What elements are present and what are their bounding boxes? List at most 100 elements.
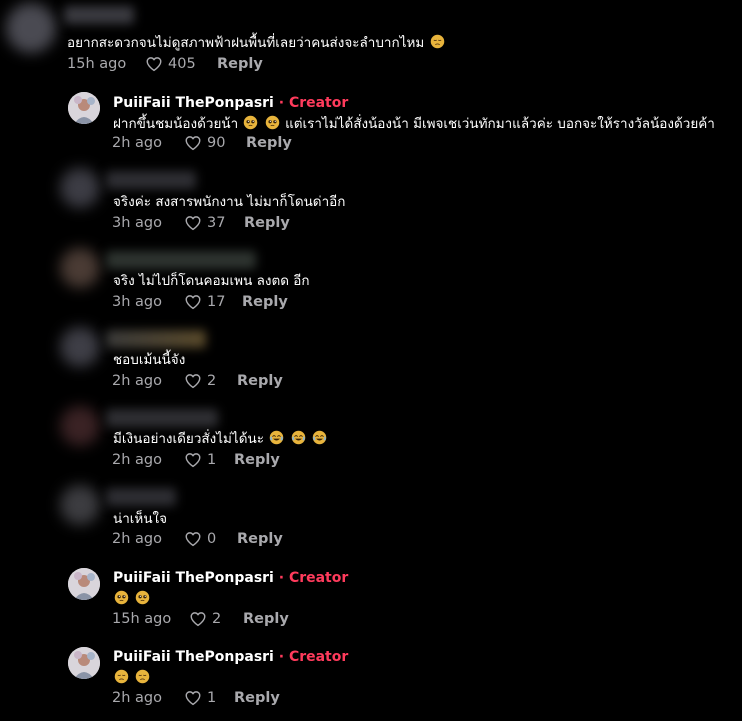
comment-meta: 2h ago 90 Reply: [112, 133, 412, 153]
like-button[interactable]: 1: [184, 450, 216, 470]
creator-name-row: PuiiFaii ThePonpasri · Creator: [113, 648, 348, 666]
pensive-face-icon: [114, 669, 129, 684]
comment-meta: 3h ago 17 Reply: [112, 292, 412, 312]
creator-reply-item: PuiiFaii ThePonpasri · Creator 15h ago 2…: [0, 562, 742, 637]
like-button[interactable]: 0: [184, 529, 216, 549]
reply-button[interactable]: Reply: [234, 688, 280, 708]
creator-name[interactable]: PuiiFaii ThePonpasri: [113, 95, 274, 111]
reply-item: จริงค่ะ สงสารพนักงาน ไม่มาก็โดนด่าอีก 3h…: [0, 165, 742, 240]
comment-text: น่าเห็นใจ: [113, 511, 168, 527]
creator-badge: Creator: [288, 95, 349, 111]
creator-name[interactable]: PuiiFaii ThePonpasri: [113, 570, 274, 586]
creator-avatar[interactable]: [68, 568, 100, 600]
comment-text: ชอบเม้นนี้จัง: [113, 352, 186, 368]
username-blurred[interactable]: [106, 488, 176, 506]
timestamp: 3h ago: [112, 215, 162, 231]
timestamp: 15h ago: [67, 56, 127, 72]
username-blurred[interactable]: [106, 330, 206, 348]
comment-text: จริงค่ะ สงสารพนักงาน ไม่มาก็โดนด่าอีก: [113, 194, 346, 210]
timestamp: 2h ago: [112, 452, 162, 468]
heart-icon: [184, 293, 202, 311]
reply-item: ชอบเม้นนี้จัง 2h ago 2 Reply: [0, 324, 742, 399]
like-count: 0: [207, 531, 217, 547]
heart-icon: [184, 372, 202, 390]
comment-item: อยากสะดวกจนไม่ดูสภาพฟ้าฝนพื้นที่เลยว่าคน…: [0, 0, 742, 80]
like-button[interactable]: 2: [184, 371, 216, 391]
heart-icon: [184, 214, 202, 232]
like-count: 2: [207, 373, 217, 389]
creator-reply-item: PuiiFaii ThePonpasri · Creator ฝากขึ้นชม…: [0, 85, 742, 160]
reply-button[interactable]: Reply: [237, 529, 283, 549]
username-blurred[interactable]: [64, 6, 134, 24]
like-count: 17: [207, 294, 226, 310]
like-button[interactable]: 2: [189, 609, 221, 629]
creator-badge: Creator: [288, 649, 349, 665]
comment-meta: 2h ago 1 Reply: [112, 688, 412, 708]
separator-dot: ·: [278, 95, 285, 111]
comment-meta: 2h ago 0 Reply: [112, 529, 412, 549]
like-count: 1: [207, 690, 217, 706]
username-blurred[interactable]: [106, 251, 256, 269]
creator-avatar-image: [68, 647, 100, 679]
pleading-face-icon: [265, 115, 280, 130]
timestamp: 2h ago: [112, 135, 162, 151]
creator-avatar[interactable]: [68, 647, 100, 679]
reply-item: มีเงินอย่างเดียวสั่งไม่ได้นะ 2h ago 1 Re…: [0, 403, 742, 478]
reply-button[interactable]: Reply: [242, 292, 288, 312]
heart-icon: [145, 55, 163, 73]
reply-button[interactable]: Reply: [244, 213, 290, 233]
comment-meta: 3h ago 37 Reply: [112, 213, 412, 233]
like-button[interactable]: 1: [184, 688, 216, 708]
avatar[interactable]: [60, 327, 100, 367]
creator-badge: Creator: [288, 570, 349, 586]
heart-icon: [184, 134, 202, 152]
heart-icon: [184, 451, 202, 469]
avatar[interactable]: [60, 485, 100, 525]
comment-text: ฝากขึ้นชมน้องด้วยน้า แต่เราไม่ได้สั่งน้อ…: [113, 115, 715, 132]
comment-text: [113, 669, 151, 687]
creator-avatar-image: [68, 568, 100, 600]
separator-dot: ·: [278, 570, 285, 586]
comment-text: อยากสะดวกจนไม่ดูสภาพฟ้าฝนพื้นที่เลยว่าคน…: [67, 34, 446, 52]
like-button[interactable]: 37: [184, 213, 225, 233]
like-count: 37: [207, 215, 226, 231]
reply-button[interactable]: Reply: [237, 371, 283, 391]
reply-item: จริง ไม่ไปก็โดนคอมเพน ลงตด อีก 3h ago 17…: [0, 245, 742, 320]
username-blurred[interactable]: [106, 409, 218, 427]
timestamp: 2h ago: [112, 531, 162, 547]
creator-name-row: PuiiFaii ThePonpasri · Creator: [113, 569, 348, 587]
pleading-face-icon: [114, 590, 129, 605]
avatar[interactable]: [60, 248, 100, 288]
creator-avatar-image: [68, 92, 100, 124]
timestamp: 2h ago: [112, 690, 162, 706]
reply-button[interactable]: Reply: [243, 609, 289, 629]
reply-button[interactable]: Reply: [217, 54, 263, 74]
separator-dot: ·: [278, 649, 285, 665]
username-blurred[interactable]: [106, 171, 196, 189]
like-count: 2: [212, 611, 222, 627]
comment-text: [113, 590, 151, 608]
creator-name[interactable]: PuiiFaii ThePonpasri: [113, 649, 274, 665]
heart-icon: [189, 610, 207, 628]
like-button[interactable]: 17: [184, 292, 225, 312]
comment-meta: 15h ago 405 Reply: [67, 54, 367, 74]
pensive-face-icon: [135, 669, 150, 684]
pleading-face-icon: [243, 115, 258, 130]
heart-icon: [184, 689, 202, 707]
reply-button[interactable]: Reply: [234, 450, 280, 470]
timestamp: 2h ago: [112, 373, 162, 389]
like-count: 1: [207, 452, 217, 468]
reply-item: น่าเห็นใจ 2h ago 0 Reply: [0, 482, 742, 557]
avatar[interactable]: [6, 3, 56, 53]
like-count: 405: [168, 56, 196, 72]
reply-button[interactable]: Reply: [246, 133, 292, 153]
comment-text: จริง ไม่ไปก็โดนคอมเพน ลงตด อีก: [113, 273, 310, 289]
avatar[interactable]: [60, 406, 100, 446]
avatar[interactable]: [60, 168, 100, 208]
like-button[interactable]: 405: [145, 54, 196, 74]
creator-avatar[interactable]: [68, 92, 100, 124]
tears-of-joy-icon: [291, 430, 306, 445]
comment-meta: 2h ago 2 Reply: [112, 371, 412, 391]
pensive-face-icon: [430, 34, 445, 49]
like-button[interactable]: 90: [184, 133, 225, 153]
